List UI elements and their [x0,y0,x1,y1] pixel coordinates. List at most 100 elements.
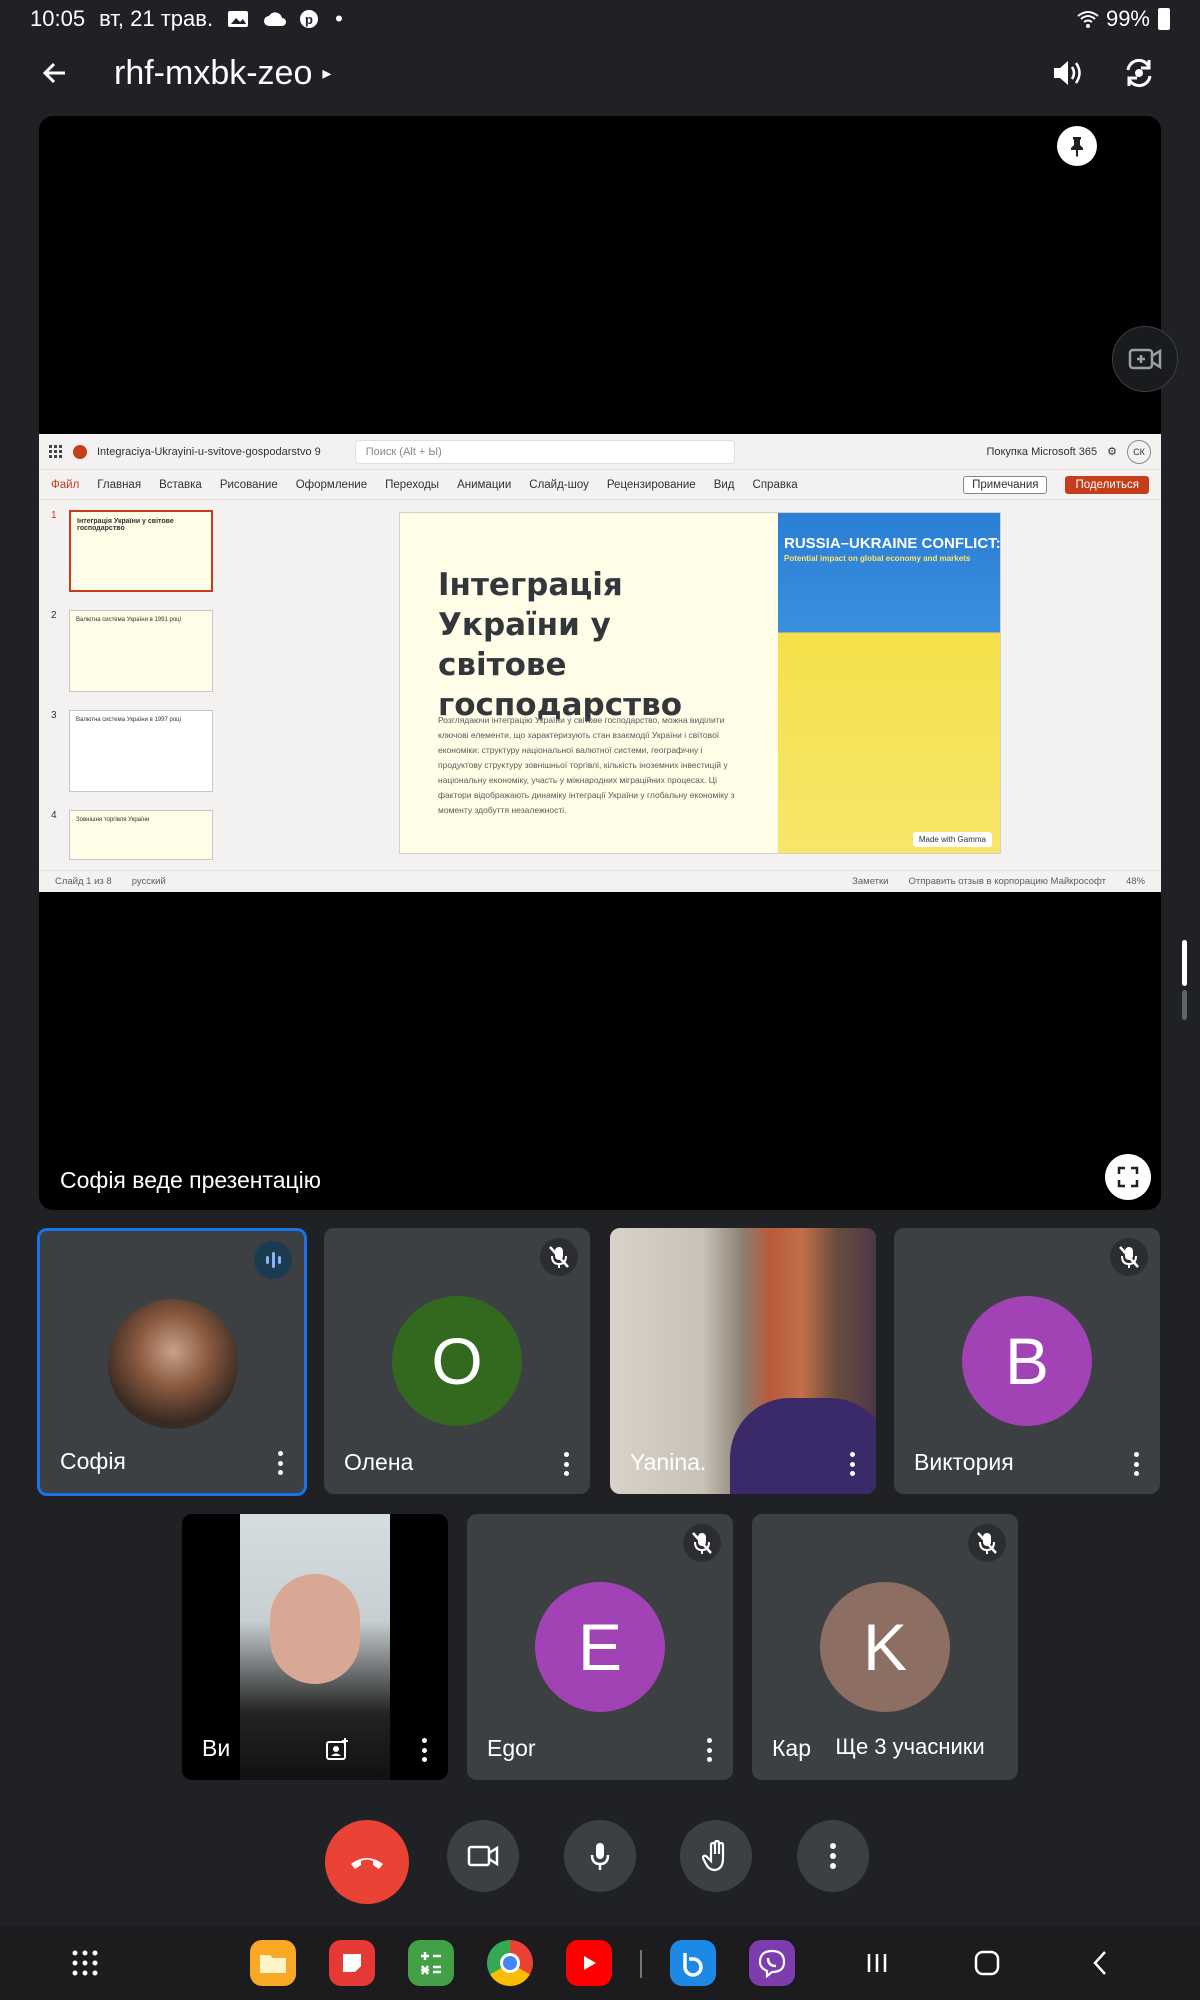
self-video-face [270,1574,360,1684]
ribbon-tab[interactable]: Вставка [159,479,202,491]
notes-app-icon[interactable] [329,1940,375,1986]
more-vert-icon[interactable] [276,1451,284,1475]
more-options-button[interactable] [797,1820,869,1892]
gallery-icon [227,9,249,29]
thumbnail-row[interactable]: 3 Валютна система України в 1997 році [49,708,219,808]
participant-tile[interactable]: Yanina. [610,1228,876,1494]
more-vert-icon[interactable] [705,1738,713,1762]
slide-counter: Слайд 1 из 8 [55,876,112,887]
ribbon-tab[interactable]: Справка [753,479,798,491]
meeting-code: rhf-mxbk-zeo [114,54,313,92]
fullscreen-button[interactable] [1105,1154,1151,1200]
participant-name: Олена [344,1449,414,1475]
more-vert-icon[interactable] [1132,1452,1140,1476]
add-camera-button[interactable] [1112,326,1178,392]
videocam-icon [467,1845,499,1867]
ppt-workspace: 1 Інтеграція України у світове господарс… [39,500,1161,868]
feedback-link[interactable]: Отправить отзыв в корпорацию Майкрософт [908,876,1106,887]
participant-tile[interactable]: В Виктория [894,1228,1160,1494]
ppt-search-input[interactable]: Поиск (Alt + Ы) [354,439,735,464]
ribbon-tab[interactable]: Вид [714,479,735,491]
slide-thumbnail[interactable]: Інтеграція України у світове господарств… [69,510,213,592]
microphone-button[interactable] [564,1820,636,1892]
recents-button[interactable] [862,1948,892,1978]
ribbon-tab[interactable]: Главная [97,479,141,491]
pin-button[interactable] [1057,126,1097,166]
gamma-badge: Made with Gamma [912,832,992,847]
youtube-app-icon[interactable] [566,1940,612,1986]
ribbon-tab[interactable]: Файл [51,479,79,491]
hand-icon [702,1840,725,1872]
ribbon-tab[interactable]: Слайд-шоу [529,479,589,491]
date: вт, 21 трав. [99,6,214,31]
navigation-bar [0,1926,1200,2000]
self-view-tile[interactable]: Ви [182,1514,448,1780]
comments-button[interactable]: Примечания [963,475,1048,494]
raise-hand-button[interactable] [680,1820,752,1892]
apps-grid-icon[interactable] [62,1940,108,1986]
end-call-button[interactable] [325,1820,409,1904]
meeting-title[interactable]: rhf-mxbk-zeo ▸ [114,54,331,93]
ribbon-tab[interactable]: Оформление [296,479,367,491]
participant-tile[interactable]: Софія [37,1228,307,1496]
more-vert-icon[interactable] [848,1452,856,1476]
account-avatar[interactable]: СК [1127,439,1151,464]
ribbon-tab[interactable]: Рисование [220,479,278,491]
buy-m365-link[interactable]: Покупка Microsoft 365 [986,446,1097,458]
camera-button[interactable] [447,1820,519,1892]
files-app-icon[interactable] [250,1940,296,1986]
participant-tile[interactable]: E Egor [467,1514,733,1780]
thumb-number: 3 [51,710,57,721]
ribbon-tab[interactable]: Переходы [385,479,439,491]
back-button[interactable] [34,52,76,94]
viber-app-icon[interactable] [749,1940,795,1986]
thumbnail-row[interactable]: 2 Валютна система України в 1991 році [49,608,219,708]
switch-camera-button[interactable] [1116,50,1162,96]
current-slide[interactable]: Інтеграція України у світове господарств… [399,512,1001,854]
notes-toggle[interactable]: Заметки [852,876,888,887]
effects-button[interactable] [322,1734,352,1764]
speaker-button[interactable] [1045,50,1091,96]
participant-video-figure [730,1398,876,1494]
recents-icon [867,1954,887,1972]
camera-add-icon [1128,348,1162,370]
settings-icon[interactable]: ⚙ [1107,445,1117,458]
bixby-app-icon[interactable] [670,1940,716,1986]
slide-thumbnail[interactable]: Зовнішня торгівля України [69,810,213,860]
thumbnail-row[interactable]: 1 Інтеграція України у світове господарс… [49,508,219,608]
thumbnail-row[interactable]: 4 Зовнішня торгівля України [49,808,219,908]
presenter-label: Софія веде презентацію [60,1167,322,1193]
chrome-app-icon[interactable] [487,1940,533,1986]
calculator-app-icon[interactable] [408,1940,454,1986]
share-button[interactable]: Поделиться [1065,475,1149,494]
speaker-icon [1054,61,1081,85]
document-name[interactable]: Integraciya-Ukrayini-u-svitove-gospodars… [97,446,321,458]
slide-thumbnail[interactable]: Валютна система України в 1997 році [69,710,213,792]
pinterest-icon: p [299,9,321,29]
dock-separator [640,1950,642,1978]
more-vert-icon[interactable] [562,1452,570,1476]
thumb-title: Валютна система України в 1991 році [76,617,181,623]
participant-tile[interactable]: О Олена [324,1228,590,1494]
home-button[interactable] [972,1948,1002,1978]
ribbon-tab[interactable]: Анимации [457,479,511,491]
avatar-initial: K [820,1582,950,1712]
app-launcher-icon[interactable] [49,444,63,459]
back-nav-button[interactable] [1086,1948,1116,1978]
slide-infographic-image: RUSSIA–UKRAINE CONFLICT: Potential impac… [778,513,1000,853]
mic-off-icon [968,1524,1006,1562]
zoom-level[interactable]: 48% [1126,876,1145,887]
ribbon-tab[interactable]: Рецензирование [607,479,696,491]
avatar-photo [108,1299,238,1429]
participant-name: Кар [772,1735,811,1761]
more-vert-icon[interactable] [420,1738,428,1762]
slide-thumbnail[interactable]: Валютна система України в 1991 році [69,610,213,692]
powerpoint-logo-icon [73,444,87,459]
scroll-indicator[interactable] [1182,940,1187,986]
clock: 10:05 [30,6,86,31]
thumb-title: Інтеграція України у світове господарств… [77,518,174,532]
thumb-number: 1 [51,510,57,521]
more-participants-chip[interactable]: Ще 3 учасники [812,1724,1008,1770]
arrow-left-icon [42,62,65,84]
mic-off-icon [683,1524,721,1562]
